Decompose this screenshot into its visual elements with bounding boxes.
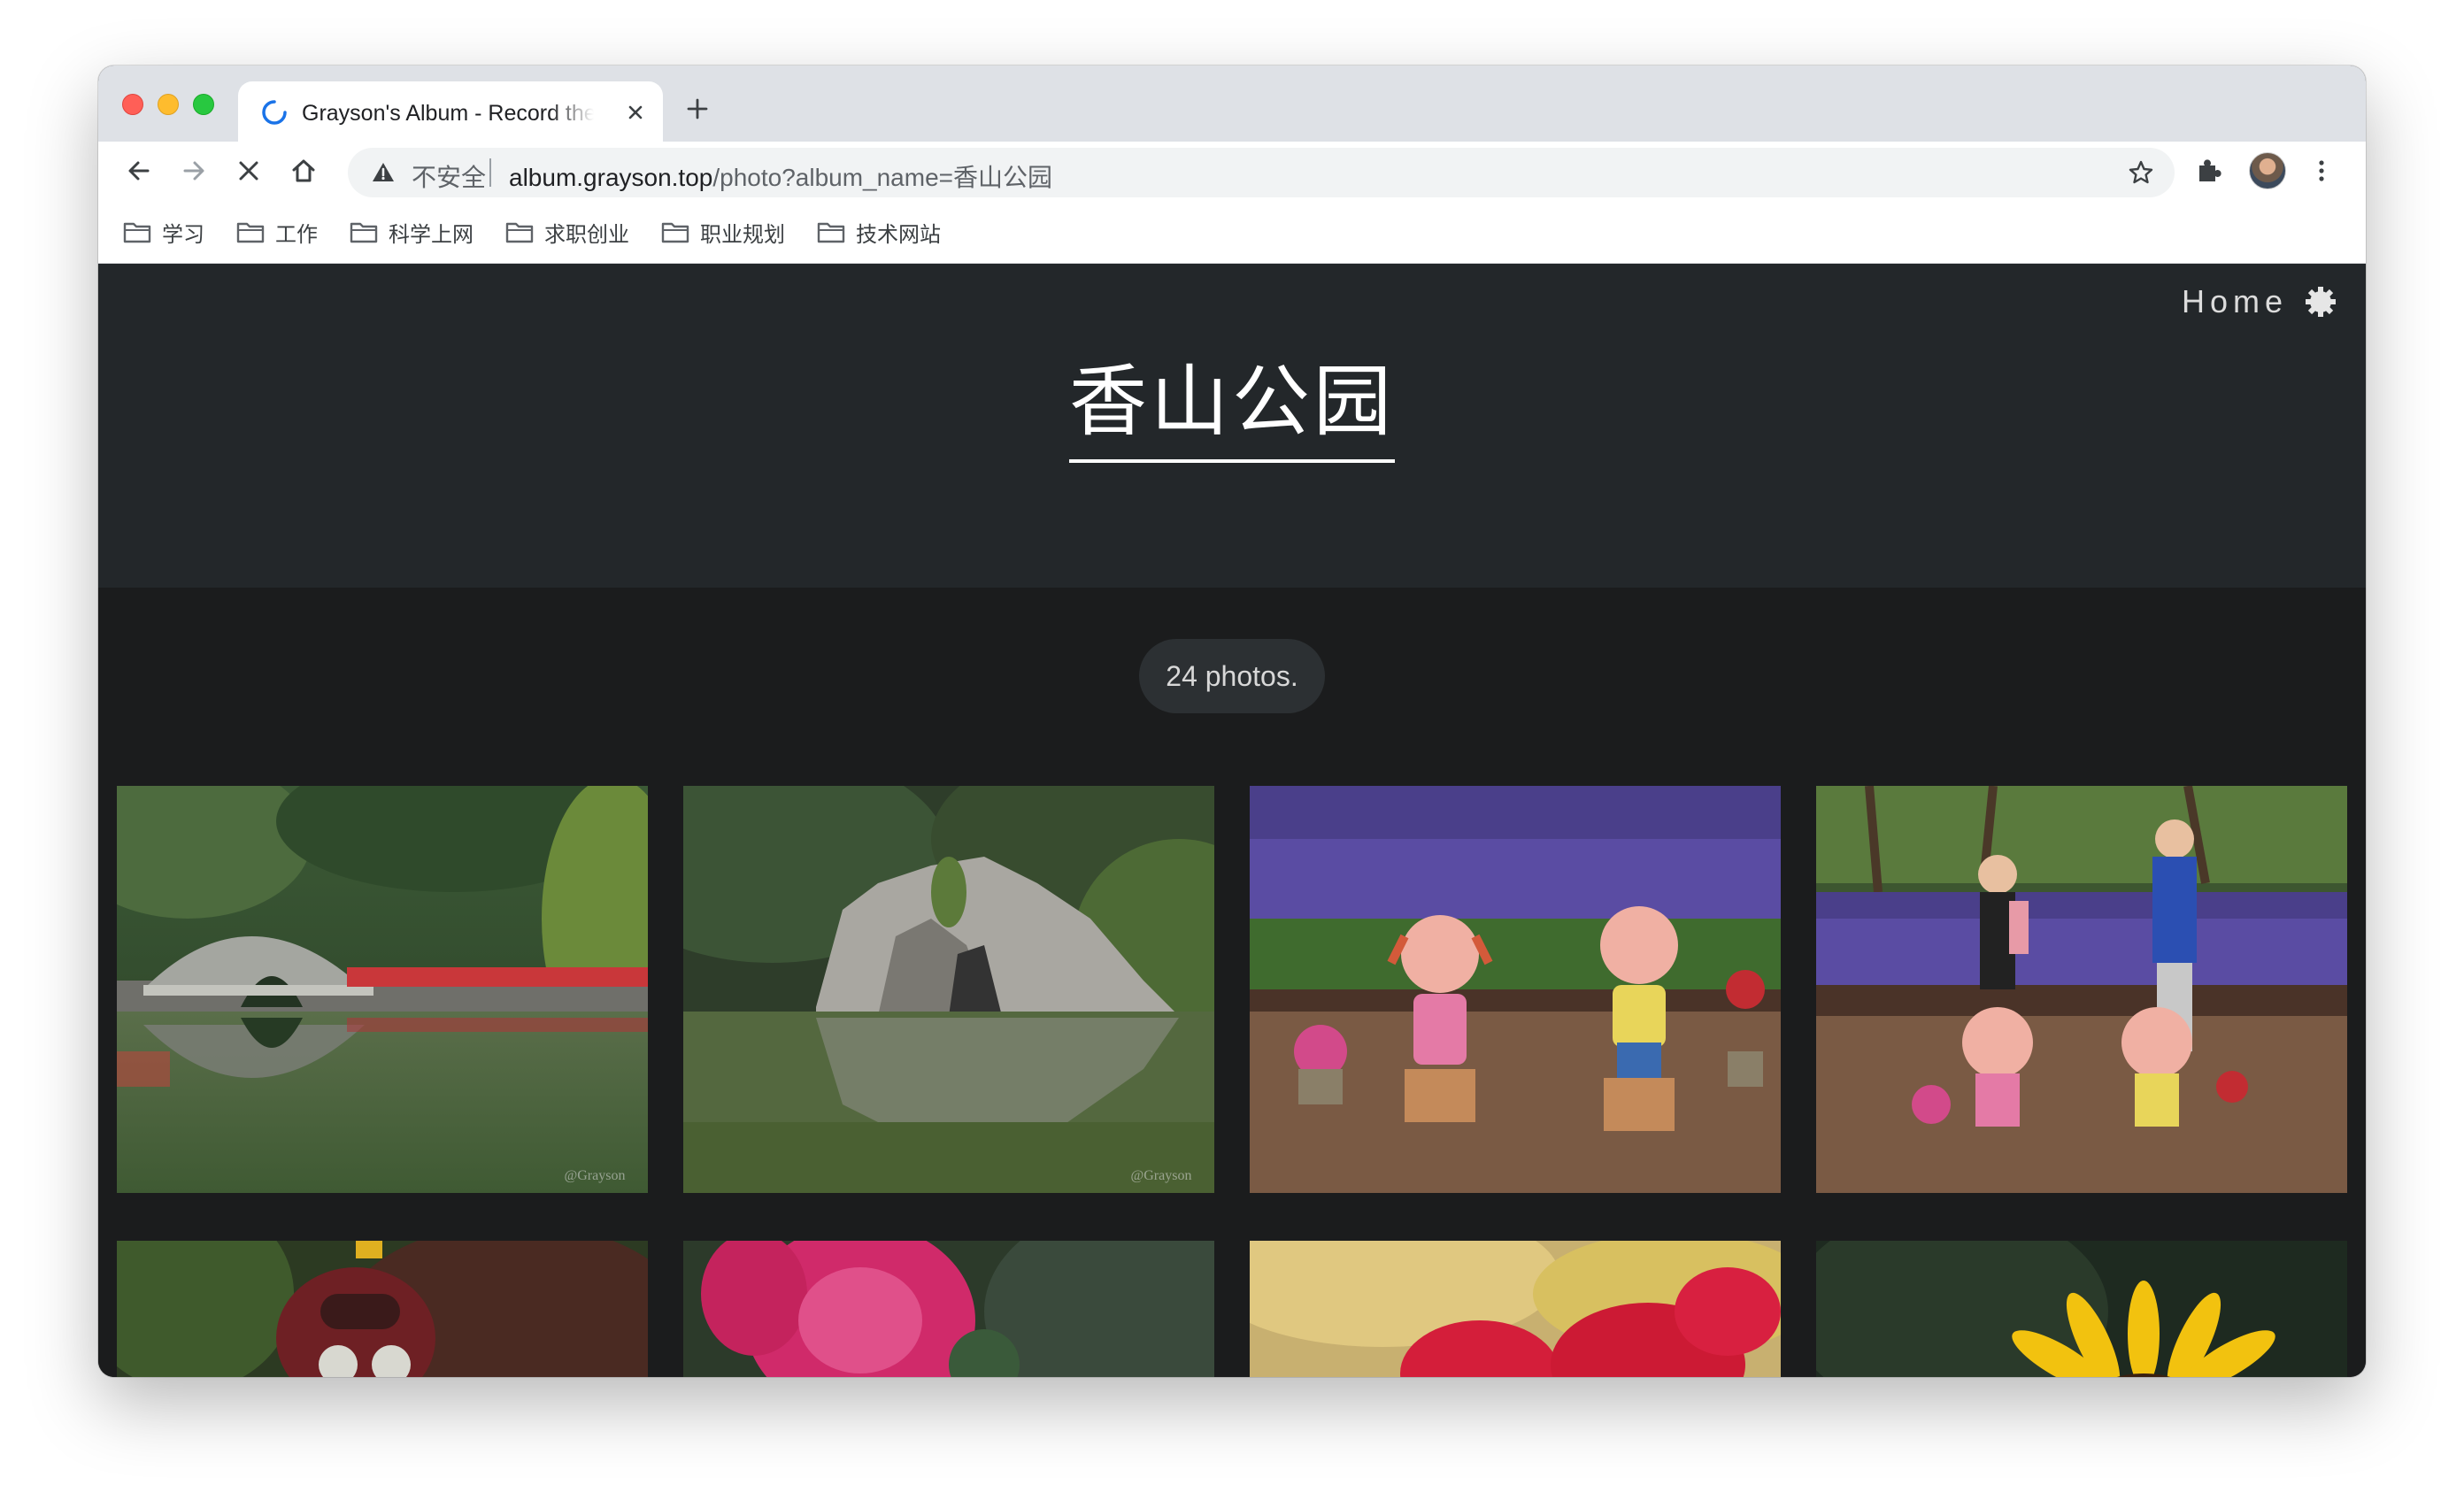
home-nav-link[interactable]: Home (2182, 283, 2337, 320)
url-host: album.grayson.top (509, 164, 713, 191)
photo-thumbnail-figurines[interactable] (1250, 786, 1781, 1193)
photo-yellow-flower-image (1816, 1241, 2347, 1377)
photo-watermark: @Grayson (565, 1168, 626, 1183)
photo-figurines-image (1250, 786, 1781, 1193)
url-path: /photo?album_name=香山公园 (712, 164, 1053, 191)
extensions-puzzle-icon[interactable] (2192, 155, 2224, 187)
folder-icon (123, 222, 151, 243)
bookmark-folder[interactable]: 职业规划 (661, 216, 785, 248)
bookmark-folder[interactable]: 工作 (236, 216, 318, 248)
photo-children-image (1816, 786, 2347, 1193)
bookmark-label: 求职创业 (544, 222, 629, 247)
back-arrow-icon[interactable] (123, 155, 155, 187)
photo-watermark: @Grayson (1131, 1168, 1192, 1183)
forward-arrow-icon[interactable] (178, 155, 210, 187)
folder-icon (236, 222, 265, 243)
home-icon[interactable] (288, 155, 320, 187)
address-bar[interactable]: 不安全 album.grayson.top/photo?album_name=香… (348, 148, 2175, 197)
bookmark-folder[interactable]: 技术网站 (817, 216, 941, 248)
bookmarks-bar: 学习 工作 科学上网 求职创业 职业规划 技术网站 (98, 200, 2366, 264)
browser-window: Grayson's Album - Record the beautiful m… (98, 65, 2366, 1377)
album-title-text: 香山公园 (1068, 358, 1395, 463)
bookmark-label: 工作 (275, 222, 318, 247)
bookmark-label: 学习 (162, 222, 204, 247)
photo-thumbnail-rockery[interactable]: @Grayson (683, 786, 1214, 1193)
new-tab-icon[interactable] (684, 96, 711, 122)
tab-strip: Grayson's Album - Record the beautiful m… (98, 65, 2366, 142)
photo-thumbnail-pink-flower[interactable] (683, 1241, 1214, 1377)
photo-count-badge: 24 photos. (1139, 639, 1325, 713)
browser-toolbar: 不安全 album.grayson.top/photo?album_name=香… (98, 142, 2366, 200)
bookmark-folder[interactable]: 学习 (123, 216, 204, 248)
album-title: 香山公园 (98, 358, 2366, 463)
photo-thumbnail-mascot[interactable] (117, 1241, 648, 1377)
more-menu-icon[interactable] (2306, 155, 2337, 187)
bookmark-label: 职业规划 (700, 222, 785, 247)
photo-thumbnail-yellow-flower[interactable] (1816, 1241, 2347, 1377)
folder-icon (817, 222, 845, 243)
gear-icon (2306, 287, 2336, 317)
bookmark-folder[interactable]: 求职创业 (505, 216, 629, 248)
warning-triangle-icon[interactable] (371, 160, 396, 185)
loading-spinner-icon (262, 100, 287, 125)
minimize-window-button[interactable] (158, 94, 179, 115)
photo-thumbnail-children[interactable] (1816, 786, 2347, 1193)
active-tab[interactable]: Grayson's Album - Record the beautiful m… (238, 81, 663, 142)
stop-loading-icon[interactable] (233, 155, 265, 187)
url-text[interactable]: album.grayson.top/photo?album_name=香山公园 (509, 158, 1052, 194)
folder-icon (505, 222, 534, 243)
album-header: Home 香山公园 (98, 264, 2366, 588)
bookmark-star-icon[interactable] (2127, 158, 2155, 187)
photo-thumbnail-red-flowers[interactable] (1250, 1241, 1781, 1377)
photo-thumbnail-bridge[interactable]: @Grayson (117, 786, 648, 1193)
tab-title: Grayson's Album - Record the beautiful m… (302, 101, 594, 126)
photo-rockery-image: @Grayson (683, 786, 1214, 1193)
photo-pink-flower-image (683, 1241, 1214, 1377)
folder-icon (350, 222, 378, 243)
profile-avatar[interactable] (2249, 152, 2286, 189)
photo-bridge-image: @Grayson (117, 786, 648, 1193)
photo-red-flowers-image (1250, 1241, 1781, 1377)
tab-close-icon[interactable] (622, 99, 649, 126)
bookmark-label: 技术网站 (856, 222, 941, 247)
not-secure-label[interactable]: 不安全 (412, 158, 486, 194)
photo-mascot-image (117, 1241, 648, 1377)
close-window-button[interactable] (122, 94, 143, 115)
album-page: Home 香山公园 24 photos. @Grayson @Grayson (98, 264, 2366, 1377)
bookmark-folder[interactable]: 科学上网 (350, 216, 474, 248)
bookmark-label: 科学上网 (389, 222, 474, 247)
zoom-window-button[interactable] (193, 94, 214, 115)
folder-icon (661, 222, 689, 243)
home-label: Home (2181, 283, 2288, 319)
address-separator (489, 158, 491, 187)
